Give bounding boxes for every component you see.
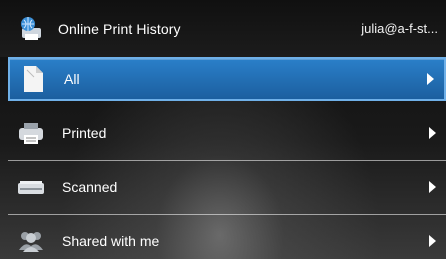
menu-item-label: All bbox=[64, 71, 80, 87]
app-header: Online Print History julia@a-f-st... bbox=[0, 0, 446, 57]
menu-item-shared-with-me[interactable]: Shared with me bbox=[8, 219, 446, 259]
menu-item-scanned[interactable]: Scanned bbox=[8, 165, 446, 209]
menu-item-printed[interactable]: Printed bbox=[8, 111, 446, 155]
divider bbox=[8, 160, 446, 161]
page-title: Online Print History bbox=[58, 20, 181, 37]
menu-item-label: Shared with me bbox=[62, 233, 160, 249]
printer-globe-icon bbox=[18, 16, 44, 42]
account-label[interactable]: julia@a-f-st... bbox=[361, 21, 438, 36]
menu-item-label: Scanned bbox=[62, 179, 118, 195]
document-icon bbox=[18, 64, 48, 94]
chevron-right-icon bbox=[429, 181, 436, 193]
chevron-right-icon bbox=[429, 235, 436, 247]
chevron-right-icon bbox=[427, 73, 434, 85]
print-history-app: Online Print History julia@a-f-st... All… bbox=[0, 0, 446, 259]
people-icon bbox=[16, 226, 46, 256]
printer-icon bbox=[16, 118, 46, 148]
chevron-right-icon bbox=[429, 127, 436, 139]
scanner-icon bbox=[16, 172, 46, 202]
divider bbox=[8, 214, 446, 215]
menu-item-label: Printed bbox=[62, 125, 107, 141]
menu-item-all[interactable]: All bbox=[8, 57, 446, 101]
